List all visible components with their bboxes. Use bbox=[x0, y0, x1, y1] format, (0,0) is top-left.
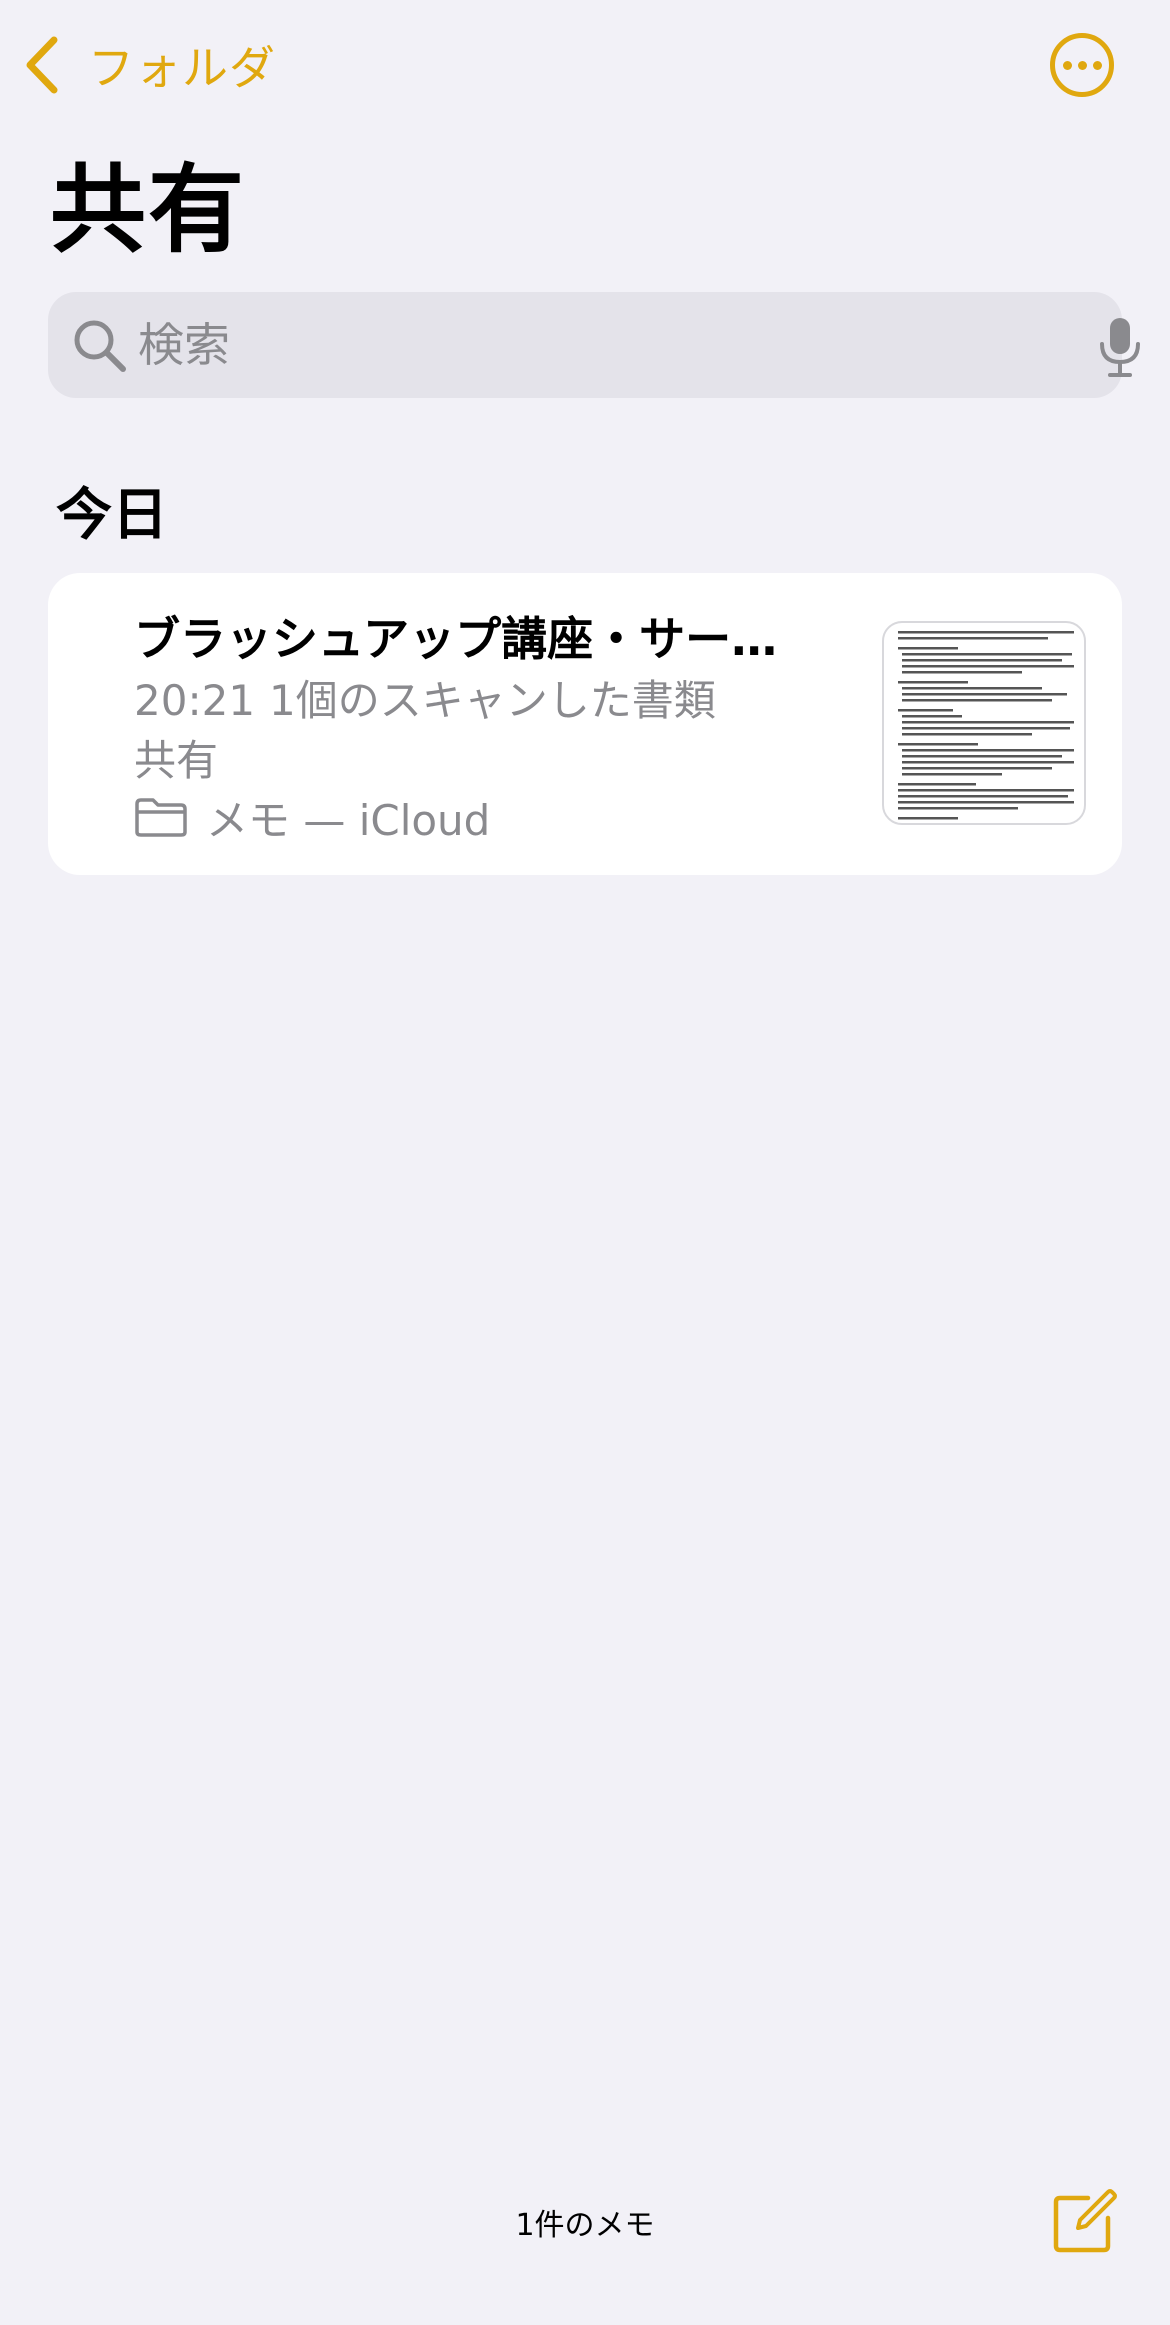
search-input[interactable] bbox=[138, 292, 1038, 398]
note-folder: メモ — iCloud bbox=[134, 787, 490, 847]
scanned-document-thumbnail bbox=[882, 621, 1086, 825]
more-options-button[interactable] bbox=[1050, 33, 1114, 97]
search-icon bbox=[74, 320, 126, 372]
document-text-lines-icon bbox=[898, 631, 1074, 820]
ellipsis-circle-icon bbox=[1062, 60, 1072, 70]
search-bar[interactable] bbox=[48, 292, 1140, 398]
back-button-label: フォルダ bbox=[88, 41, 276, 95]
note-meta: 20:21 1個のスキャンした書類 bbox=[134, 667, 716, 728]
compose-icon[interactable] bbox=[1052, 2188, 1118, 2254]
page-title: 共有 bbox=[50, 154, 246, 266]
note-shared-label: 共有 bbox=[134, 736, 219, 785]
notes-shared-screen: フォルダ 共有 今日 ブラッシュアップ講座・サー… 20:21 1個のスキャンした… bbox=[0, 0, 1170, 2325]
back-button[interactable]: フォルダ bbox=[22, 30, 276, 100]
note-count: 1件のメモ bbox=[515, 2208, 655, 2243]
note-title: ブラッシュアップ講座・サー… bbox=[134, 612, 778, 666]
note-time: 20:21 bbox=[134, 676, 256, 725]
microphone-icon[interactable] bbox=[1098, 316, 1142, 378]
section-header-today: 今日 bbox=[56, 483, 168, 548]
note-preview: 1個のスキャンした書類 bbox=[269, 676, 716, 725]
folder-icon bbox=[135, 798, 187, 837]
chevron-left-icon bbox=[26, 36, 58, 94]
note-list-item[interactable]: ブラッシュアップ講座・サー… 20:21 1個のスキャンした書類 共有 メモ — … bbox=[48, 573, 1122, 875]
note-folder-label: メモ — iCloud bbox=[206, 795, 491, 845]
